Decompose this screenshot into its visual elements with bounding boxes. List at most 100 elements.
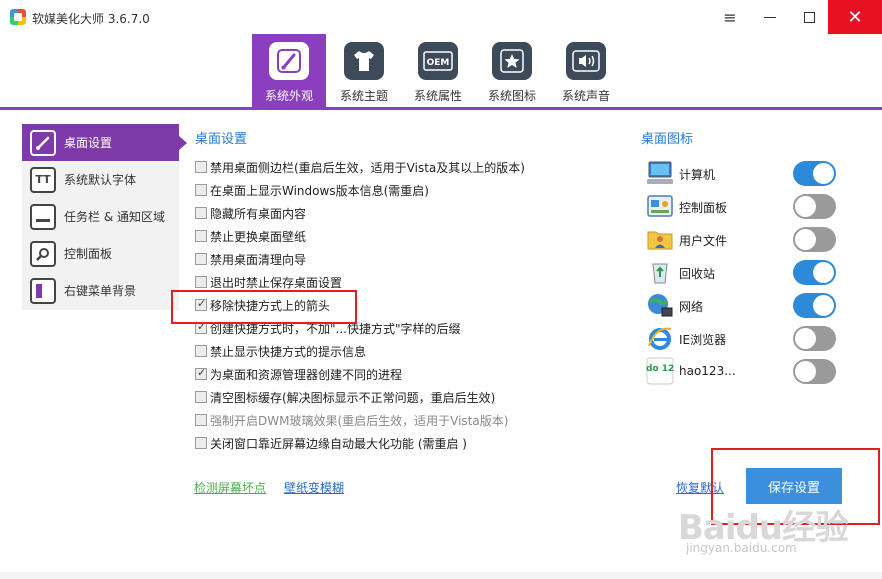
- option-label: 禁止显示快捷方式的提示信息: [210, 344, 367, 359]
- sidebar-item-desktop[interactable]: 桌面设置: [22, 124, 187, 161]
- sidebar-item-label: 桌面设置: [64, 136, 113, 150]
- tab-label: 系统图标: [487, 89, 536, 103]
- option-disable-cleanup-wizard[interactable]: 禁用桌面清理向导: [195, 250, 306, 268]
- toggle-knob: [795, 196, 816, 217]
- sidebar-item-label: 控制面板: [64, 247, 113, 261]
- star-icon: [492, 42, 532, 80]
- tab-sounds[interactable]: 系统声音: [549, 34, 623, 107]
- tab-icons[interactable]: 系统图标: [475, 34, 549, 107]
- option-label: 为桌面和资源管理器创建不同的进程: [210, 367, 403, 382]
- desktop-icons-title: 桌面图标: [641, 132, 694, 147]
- paintbrush-icon: [269, 42, 309, 80]
- recycle-bin-icon: [645, 257, 675, 287]
- option-lock-wallpaper[interactable]: 禁止更换桌面壁纸: [195, 227, 306, 245]
- option-label: 隐藏所有桌面内容: [210, 206, 307, 221]
- option-label: 禁用桌面侧边栏(重启后生效，适用于Vista及其以上的版本): [210, 160, 525, 175]
- network-icon: [645, 290, 675, 320]
- toggle-network[interactable]: [793, 293, 836, 318]
- magnifier-icon: [30, 240, 56, 267]
- checkbox[interactable]: [195, 207, 207, 219]
- tab-appearance[interactable]: 系统外观: [252, 34, 326, 107]
- desktop-icon-row-control-panel: 控制面板: [645, 191, 845, 221]
- brush-icon: [30, 129, 56, 156]
- nav-divider: [0, 107, 882, 110]
- tab-label: 系统属性: [413, 89, 462, 103]
- toggle-knob: [795, 229, 816, 250]
- desktop-icon-label: 用户文件: [679, 234, 728, 248]
- option-label: 在桌面上显示Windows版本信息(需重启): [210, 183, 429, 198]
- sidebar-item-label: 任务栏 & 通知区域: [64, 210, 165, 224]
- tab-label: 系统外观: [264, 89, 313, 103]
- close-button[interactable]: ✕: [828, 0, 882, 34]
- checkbox[interactable]: [195, 161, 207, 173]
- wallpaper-blur-link[interactable]: 壁纸变模糊: [284, 479, 344, 496]
- minimize-icon: [764, 16, 776, 18]
- desktop-icon-label: hao123...: [679, 364, 736, 378]
- maximize-button[interactable]: [789, 0, 829, 34]
- taskbar-icon: [30, 203, 56, 230]
- checkbox[interactable]: [195, 345, 207, 357]
- tshirt-icon: [344, 42, 384, 80]
- checkbox[interactable]: [195, 253, 207, 265]
- tab-properties[interactable]: OEM 系统属性: [401, 34, 475, 107]
- desktop-icon-row-hao123: hdo 123 hao123...: [645, 356, 845, 386]
- option-clear-icon-cache[interactable]: 清空图标缓存(解决图标显示不正常问题，重启后生效): [195, 388, 495, 406]
- checkbox[interactable]: [195, 230, 207, 242]
- checkbox[interactable]: [195, 437, 207, 449]
- oem-icon-text: OEM: [427, 58, 450, 68]
- toggle-user-files[interactable]: [793, 227, 836, 252]
- checkbox[interactable]: [195, 184, 207, 196]
- option-force-dwm-glass: 强制开启DWM玻璃效果(重启后生效，适用于Vista版本): [195, 411, 508, 429]
- context-menu-icon: [30, 277, 56, 304]
- toggle-knob: [813, 262, 834, 283]
- option-no-shortcut-tooltip[interactable]: 禁止显示快捷方式的提示信息: [195, 342, 366, 360]
- menu-icon[interactable]: ≡: [710, 0, 750, 34]
- toggle-computer[interactable]: [793, 161, 836, 186]
- control-panel-icon: [645, 191, 675, 221]
- toggle-recycle-bin[interactable]: [793, 260, 836, 285]
- sidebar-item-control-panel[interactable]: 控制面板: [22, 235, 179, 272]
- toggle-knob: [813, 163, 834, 184]
- option-disable-sidebar[interactable]: 禁用桌面侧边栏(重启后生效，适用于Vista及其以上的版本): [195, 158, 525, 176]
- checkbox[interactable]: [195, 366, 207, 380]
- speaker-icon: [566, 42, 606, 80]
- desktop-icon-row-recycle-bin: 回收站: [645, 257, 845, 287]
- sidebar: 桌面设置 TT 系统默认字体 任务栏 & 通知区域 控制面板 右键菜单背景: [22, 124, 187, 310]
- annotation-highlight-box: [171, 290, 357, 324]
- toggle-knob: [795, 328, 816, 349]
- option-label: 禁止更换桌面壁纸: [210, 229, 307, 244]
- toggle-ie[interactable]: [793, 326, 836, 351]
- sidebar-item-context-menu[interactable]: 右键菜单背景: [22, 272, 179, 309]
- desktop-icon-row-network: 网络: [645, 290, 845, 320]
- desktop-icon-label: 回收站: [679, 267, 716, 281]
- tab-theme[interactable]: 系统主题: [327, 34, 401, 107]
- bottom-border: [0, 572, 882, 579]
- oem-icon: OEM: [418, 42, 458, 80]
- option-disable-aero-snap[interactable]: 关闭窗口靠近屏幕边缘自动最大化功能 (需重启 ): [195, 434, 467, 452]
- checkbox[interactable]: [195, 276, 207, 288]
- toggle-knob: [813, 295, 834, 316]
- option-show-windows-version[interactable]: 在桌面上显示Windows版本信息(需重启): [195, 181, 429, 199]
- desktop-icon-label: 网络: [679, 300, 704, 314]
- option-label: 清空图标缓存(解决图标显示不正常问题，重启后生效): [210, 390, 496, 405]
- app-title: 软媒美化大师 3.6.7.0: [32, 12, 150, 26]
- option-separate-process[interactable]: 为桌面和资源管理器创建不同的进程: [195, 365, 402, 383]
- minimize-button[interactable]: [750, 0, 790, 34]
- tab-label: 系统声音: [561, 89, 610, 103]
- option-label: 退出时禁止保存桌面设置: [210, 275, 343, 290]
- sidebar-item-font[interactable]: TT 系统默认字体: [22, 161, 179, 198]
- option-hide-desktop-content[interactable]: 隐藏所有桌面内容: [195, 204, 306, 222]
- desktop-icon-row-user-files: 用户文件: [645, 224, 845, 254]
- desktop-icon-row-ie: IE浏览器: [645, 323, 845, 353]
- app-logo-icon: [10, 9, 26, 25]
- option-label: 强制开启DWM玻璃效果(重启后生效，适用于Vista版本): [210, 413, 509, 428]
- watermark-url: jingyan.baidu.com: [686, 541, 797, 555]
- sidebar-item-label: 系统默认字体: [64, 173, 137, 187]
- toggle-hao123[interactable]: [793, 359, 836, 384]
- option-label: 禁用桌面清理向导: [210, 252, 307, 267]
- toggle-control-panel[interactable]: [793, 194, 836, 219]
- check-screen-link[interactable]: 检测屏幕坏点: [194, 479, 266, 496]
- option-no-save-on-exit[interactable]: 退出时禁止保存桌面设置: [195, 273, 342, 291]
- sidebar-item-taskbar[interactable]: 任务栏 & 通知区域: [22, 198, 179, 235]
- checkbox[interactable]: [195, 391, 207, 403]
